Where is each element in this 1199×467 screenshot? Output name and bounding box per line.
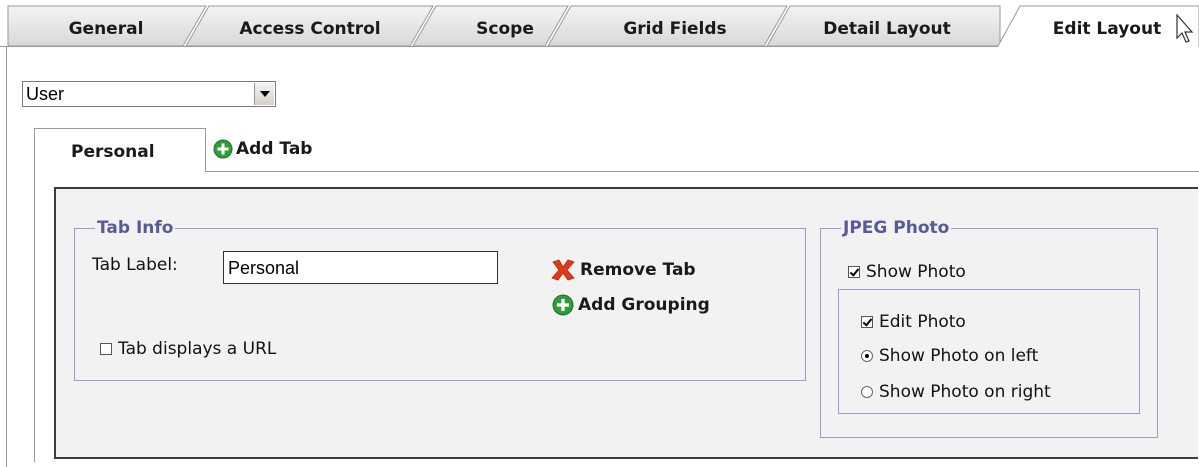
inner-tab-personal-label: Personal [71,142,155,162]
edit-photo-label: Edit Photo [879,312,966,332]
dropdown-arrow-icon[interactable] [254,83,274,105]
add-grouping-button[interactable]: Add Grouping [552,294,710,316]
tab-detail-layout[interactable]: Detail Layout [823,19,951,39]
show-photo-left-radio[interactable] [861,350,873,362]
show-photo-left-option[interactable]: Show Photo on left [861,346,1038,366]
add-grouping-icon [552,294,574,316]
tab-access-control[interactable]: Access Control [239,19,380,39]
object-type-select-value: User [26,84,65,104]
tab-scope[interactable]: Scope [476,19,534,39]
remove-x-icon [551,259,575,281]
show-photo-right-radio[interactable] [861,386,873,398]
add-tab-label: Add Tab [236,139,313,159]
tab-url-label: Tab displays a URL [118,339,277,359]
add-grouping-label: Add Grouping [578,295,710,315]
remove-tab-label: Remove Tab [580,260,696,280]
inner-tab-personal[interactable]: Personal [34,128,206,172]
add-tab-button[interactable]: Add Tab [213,139,312,159]
tab-edit-layout[interactable]: Edit Layout [1053,19,1161,39]
show-photo-right-label: Show Photo on right [879,382,1051,402]
edit-photo-checkbox[interactable] [861,316,873,328]
tab-url-option[interactable]: Tab displays a URL [100,339,276,359]
tab-label-input[interactable]: Personal [223,251,498,284]
show-photo-right-option[interactable]: Show Photo on right [861,382,1051,402]
mouse-pointer-icon [1176,14,1194,43]
show-photo-label: Show Photo [866,262,966,282]
edit-photo-option[interactable]: Edit Photo [861,312,966,332]
tab-grid-fields[interactable]: Grid Fields [623,19,726,39]
add-icon [213,139,233,159]
tab-general[interactable]: General [69,19,144,39]
tab-strip-background [0,5,1199,48]
jpeg-photo-legend: JPEG Photo [843,218,950,238]
show-photo-option[interactable]: Show Photo [848,262,966,282]
remove-tab-button[interactable]: Remove Tab [550,258,696,282]
show-photo-left-label: Show Photo on left [879,346,1039,366]
tab-label-input-value: Personal [228,258,300,278]
tab-url-checkbox[interactable] [100,343,112,355]
object-type-select[interactable]: User [22,81,276,107]
tab-info-legend: Tab Info [97,218,174,238]
inner-panel-border [34,171,35,462]
show-photo-checkbox[interactable] [848,266,860,278]
inner-tab-divider [206,171,1199,172]
top-tab-strip: General Access Control Scope Grid Fields… [0,0,1199,48]
tab-label-caption: Tab Label: [92,255,178,275]
